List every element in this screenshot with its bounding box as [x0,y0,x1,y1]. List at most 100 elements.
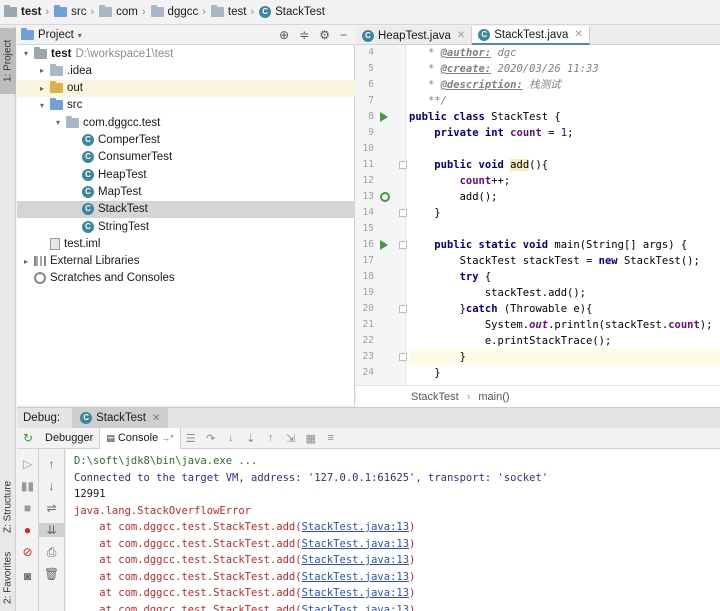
pause-icon[interactable]: ▮▮ [17,479,38,493]
chevron-right-icon[interactable]: ▸ [21,257,31,266]
down-arrow-icon[interactable]: ↓ [39,479,64,493]
source-link[interactable]: StackTest.java:13 [302,554,409,566]
run-to-cursor-icon[interactable]: ⇲ [281,432,301,445]
source-link[interactable]: StackTest.java:13 [302,521,409,533]
tree-item[interactable]: ▸ .idea [17,62,355,79]
close-icon[interactable]: ✕ [574,29,582,40]
menu-icon[interactable]: ☰ [181,432,201,445]
chevron-down-icon[interactable]: ▾ [53,118,63,127]
trace-icon[interactable]: ≡ [321,432,341,444]
fold-icon[interactable] [399,161,407,169]
tree-item[interactable]: C ComperTest [17,132,355,149]
run-icon[interactable] [380,112,388,122]
tree-item[interactable]: ▾ src [17,97,355,114]
camera-icon[interactable]: ◙ [17,569,38,583]
evaluate-icon[interactable]: ▦ [301,432,321,445]
chevron-down-icon[interactable]: ▾ [21,49,31,58]
line-number: 5 [368,63,374,74]
fold-icon[interactable] [399,209,407,217]
recursive-call-icon[interactable] [380,192,390,202]
chevron-right-icon[interactable]: ▸ [37,84,47,93]
close-icon[interactable]: ✕ [152,413,160,424]
stop-icon[interactable]: ■ [17,501,38,515]
mute-breakpoints-icon[interactable]: ⊘ [17,545,38,559]
class-icon: C [82,220,94,233]
tree-item[interactable]: ▾ test D:\workspace1\test [17,45,355,62]
tree-item[interactable]: C HeapTest [17,166,355,183]
console-icon: ▤ [106,432,115,443]
console-output[interactable]: D:\soft\jdk8\bin\java.exe ... Connected t… [66,449,720,611]
breakpoints-icon[interactable]: ● [17,523,38,537]
line-number: 8 [368,111,374,122]
folder-icon [210,5,224,17]
tree-item[interactable]: C ConsumerTest [17,149,355,166]
tree-item[interactable]: ▸ External Libraries [17,253,355,270]
breadcrumb-method[interactable]: main() [478,391,509,403]
project-tree[interactable]: ▾ test D:\workspace1\test ▸ .idea ▸ out ▾ src ▾ co… [17,45,355,405]
favorites-tool-tab[interactable]: 2: Favorites [0,546,16,610]
gear-icon[interactable]: ⚙ [319,28,330,42]
code-line-17: StackTest stackTest = new StackTest(); [409,255,700,267]
tab-console[interactable]: ▤ Console →* [100,427,181,449]
locate-icon[interactable]: ⊕ [279,28,289,42]
tree-item[interactable]: ▾ com.dggcc.test [17,114,355,131]
source-link[interactable]: StackTest.java:13 [302,604,409,611]
tree-item[interactable]: Scratches and Consoles [17,270,355,287]
soft-wrap-icon[interactable]: ⇌ [39,501,64,515]
step-over-icon[interactable]: ↷ [201,432,221,445]
code-line-21: System.out.println(stackTest.count); [409,319,713,331]
class-icon: C [82,151,94,164]
source-link[interactable]: StackTest.java:13 [302,571,409,583]
tree-item[interactable]: C MapTest [17,183,355,200]
breadcrumb-dggcc[interactable]: dggcc › [150,5,211,18]
class-icon: C [82,168,94,181]
breadcrumb-class[interactable]: C StackTest [259,6,325,18]
tree-item[interactable]: C StringTest [17,218,355,235]
project-tool-tab[interactable]: 1: Project [0,28,16,94]
fold-icon[interactable] [399,241,407,249]
source-link[interactable]: StackTest.java:13 [302,538,409,550]
stack-frame-text: ) [409,603,416,611]
source-link[interactable]: StackTest.java:13 [302,587,409,599]
debug-session-tab[interactable]: C StackTest ✕ [72,407,169,429]
breadcrumb-class[interactable]: StackTest [411,391,459,403]
folder-icon [34,46,47,59]
step-out-icon[interactable]: ↑ [261,432,281,444]
force-step-into-icon[interactable]: ⇣ [241,432,261,445]
tab-heaptest[interactable]: C HeapTest.java ✕ [356,26,473,45]
structure-tool-tab[interactable]: Z: Structure [0,476,16,538]
breadcrumb-test[interactable]: test › [210,5,259,18]
tree-item[interactable]: C StackTest [17,200,355,218]
editor-gutter[interactable]: 4 5 6 7 8 9 10 11 12 13 14 15 16 17 18 19 20 21 22 23 24 [356,45,407,385]
breadcrumb-src[interactable]: src › [54,5,99,18]
breadcrumb-project[interactable]: test › [4,5,54,18]
tree-item[interactable]: ▸ out [17,79,355,97]
print-icon[interactable]: ⎙ [39,545,64,560]
rerun-icon[interactable]: ↻ [17,431,39,445]
line-number: 23 [362,351,374,362]
project-view-selector[interactable]: Project ▾ [21,28,82,41]
fold-icon[interactable] [399,353,407,361]
chevron-down-icon[interactable]: ▾ [37,101,47,110]
up-arrow-icon[interactable]: ↑ [39,457,64,471]
chevron-right-icon[interactable]: ▸ [37,66,47,75]
resume-icon[interactable]: ▷ [17,457,38,471]
debug-panel-titlebar: Debug: C StackTest ✕ [17,407,720,429]
scroll-to-end-icon[interactable]: ⇊ [39,523,64,537]
class-icon: C [82,134,94,146]
breadcrumb-com[interactable]: com › [99,5,150,18]
debug-side-toolbar: ▷ ▮▮ ■ ● ⊘ ◙ [17,449,39,611]
tree-item[interactable]: test.iml [17,235,355,252]
stack-frame-line: at com.dggcc.test.StackTest.add(StackTes… [74,538,415,550]
hide-icon[interactable]: − [340,28,347,42]
tab-debugger[interactable]: Debugger [39,427,101,449]
run-icon[interactable] [380,240,388,250]
fold-icon[interactable] [399,305,407,313]
close-icon[interactable]: ✕ [457,30,465,41]
code-editor[interactable]: 4 5 6 7 8 9 10 11 12 13 14 15 16 17 18 19 20 21 22 23 24 * @… [356,45,720,385]
tab-stacktest[interactable]: C StackTest.java ✕ [472,26,590,45]
collapse-all-icon[interactable]: ≑ [299,28,309,42]
step-into-icon[interactable]: ↓ [221,432,241,444]
trash-icon[interactable]: 🗑 [39,567,64,581]
